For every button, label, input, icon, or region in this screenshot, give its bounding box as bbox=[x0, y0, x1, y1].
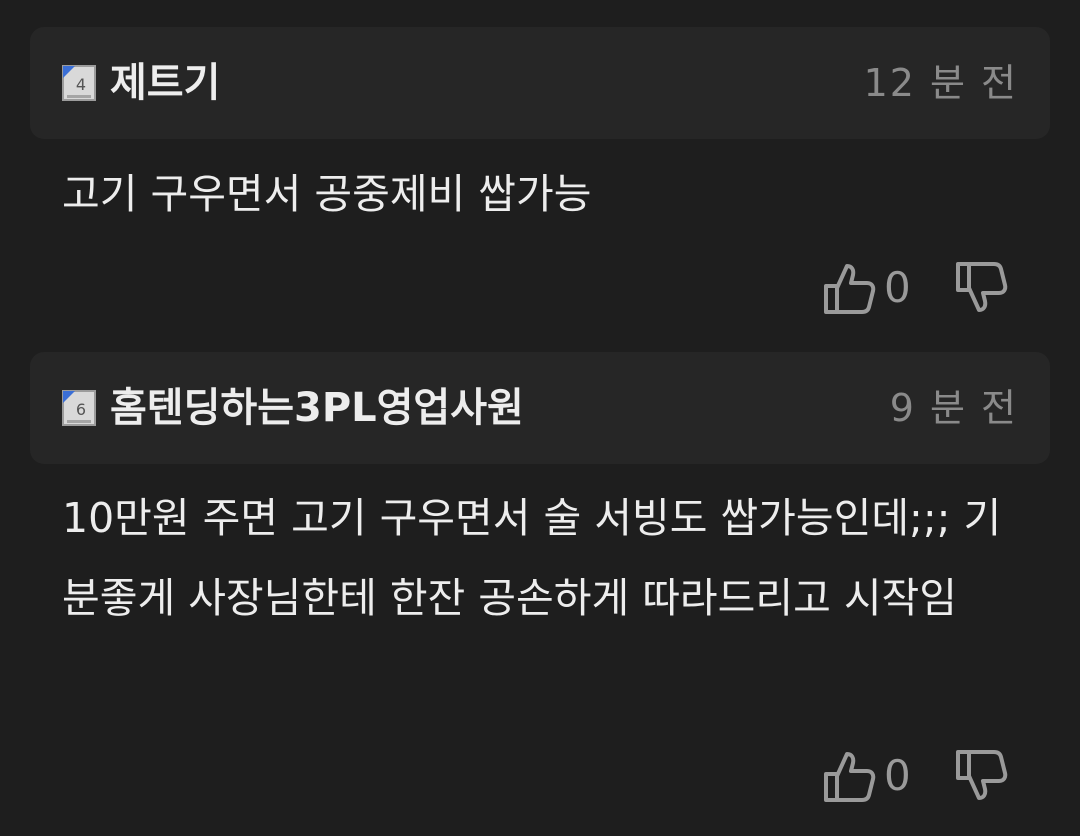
vote-controls: 0 bbox=[820, 746, 1020, 806]
vote-controls: 0 bbox=[820, 258, 1020, 318]
level-badge-icon: 6 bbox=[62, 390, 96, 426]
dislike-button[interactable] bbox=[952, 746, 1012, 806]
comment-timestamp: 9 분 전 bbox=[889, 386, 1018, 430]
comment-author[interactable]: 제트기 bbox=[110, 27, 220, 139]
like-button[interactable] bbox=[820, 746, 880, 806]
comment-header: 6 홈텐딩하는3PL영업사원 9 분 전 bbox=[30, 352, 1050, 464]
thumbs-up-icon bbox=[824, 264, 876, 314]
thumbs-up-icon bbox=[824, 752, 876, 802]
comment-header: 4 제트기 12 분 전 bbox=[30, 27, 1050, 139]
comment-text: 고기 구우면서 공중제비 쌉가능 bbox=[62, 170, 592, 218]
like-count: 0 bbox=[884, 751, 911, 800]
comment-text: 10만원 주면 고기 구우면서 술 서빙도 쌉가능인데;;; 기분좋게 사장님한… bbox=[62, 494, 1002, 622]
dislike-button[interactable] bbox=[952, 258, 1012, 318]
level-number: 4 bbox=[76, 75, 86, 94]
level-number: 6 bbox=[76, 400, 86, 419]
like-button[interactable] bbox=[820, 258, 880, 318]
thumbs-down-icon bbox=[956, 262, 1008, 312]
like-count: 0 bbox=[884, 263, 911, 312]
thumbs-down-icon bbox=[956, 750, 1008, 800]
level-badge-icon: 4 bbox=[62, 65, 96, 101]
comment-timestamp: 12 분 전 bbox=[863, 61, 1018, 105]
comment-author[interactable]: 홈텐딩하는3PL영업사원 bbox=[110, 352, 524, 464]
